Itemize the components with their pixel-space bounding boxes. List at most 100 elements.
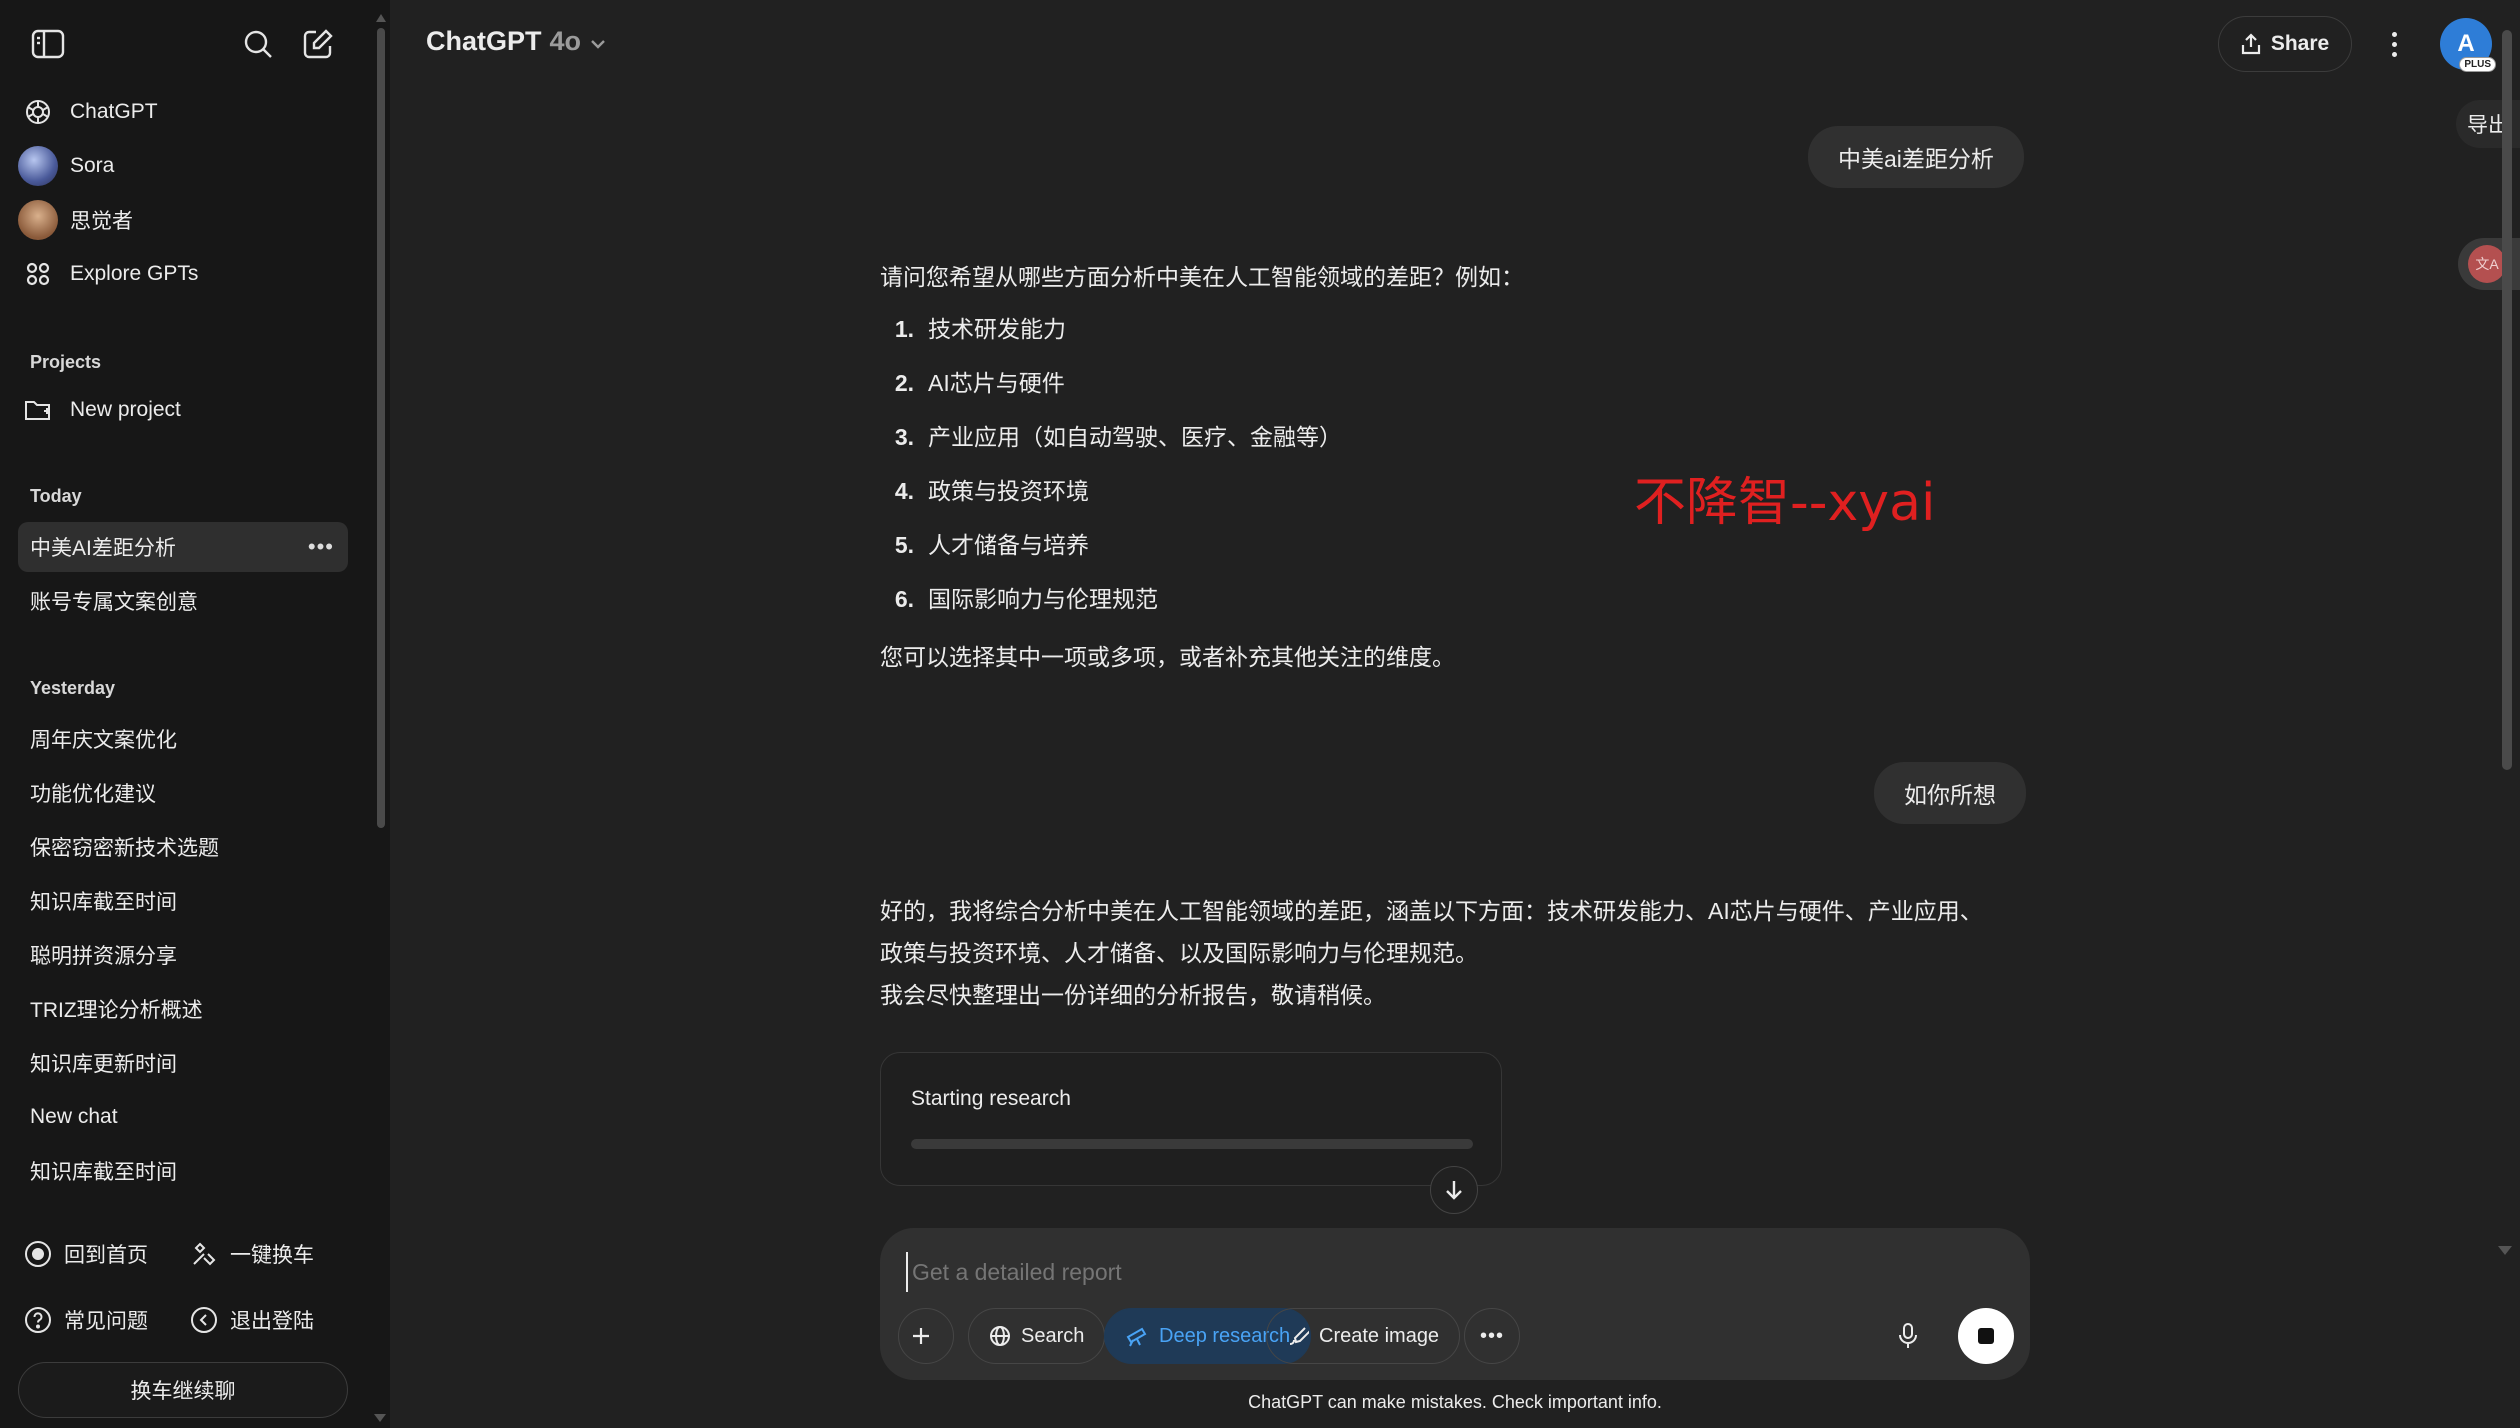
attach-button[interactable] xyxy=(898,1308,954,1364)
more-menu-icon[interactable] xyxy=(2374,22,2414,66)
nav-label: Sora xyxy=(70,154,115,177)
search-label: Search xyxy=(1021,1324,1085,1347)
telescope-icon xyxy=(1126,1327,1147,1347)
scrollbar-thumb[interactable] xyxy=(377,28,385,828)
disclaimer: ChatGPT can make mistakes. Check importa… xyxy=(1248,1392,1662,1412)
scroll-up-icon[interactable] xyxy=(376,14,386,22)
main-scrollbar-thumb[interactable] xyxy=(2502,30,2512,770)
chat-item[interactable]: 账号专属文案创意 xyxy=(18,576,348,626)
list-text: 产业应用（如自动驾驶、医疗、金融等） xyxy=(928,424,1342,450)
sidebar-scrollbar[interactable] xyxy=(374,14,388,834)
list-text: 技术研发能力 xyxy=(928,316,1066,342)
list-number: 6. xyxy=(894,586,914,612)
more-tools-button[interactable]: ••• xyxy=(1464,1308,1520,1364)
home-button[interactable]: 回到首页 xyxy=(22,1234,148,1274)
new-chat-icon[interactable] xyxy=(296,22,340,66)
assistant-line: 好的，我将综合分析中美在人工智能领域的差距，涵盖以下方面：技术研发能力、AI芯片… xyxy=(880,898,1983,924)
assistant-outro: 您可以选择其中一项或多项，或者补充其他关注的维度。 xyxy=(880,644,1455,670)
home-label: 回到首页 xyxy=(64,1244,148,1267)
chat-title: New chat xyxy=(30,1105,118,1128)
research-progress-card[interactable]: Starting research xyxy=(880,1052,1502,1186)
create-image-button[interactable]: Create image xyxy=(1266,1308,1461,1364)
new-project-label: New project xyxy=(70,398,181,421)
user-message: 中美ai差距分析 xyxy=(1808,126,2024,188)
list-text: 国际影响力与伦理规范 xyxy=(928,586,1158,612)
today-heading: Today xyxy=(30,486,82,506)
logout-button[interactable]: 退出登陆 xyxy=(188,1300,314,1340)
plus-icon xyxy=(913,1328,929,1344)
chat-item-active[interactable]: 中美AI差距分析 ••• xyxy=(18,522,348,572)
nav-gpt-sijuezhe[interactable]: 思觉者 xyxy=(18,196,348,244)
chat-item[interactable]: TRIZ理论分析概述 xyxy=(18,984,348,1034)
sora-avatar-icon xyxy=(18,146,58,186)
assistant-line: 我会尽快整理出一份详细的分析报告，敬请稍候。 xyxy=(880,982,1386,1008)
list-number: 2. xyxy=(894,370,914,396)
globe-icon xyxy=(990,1326,1010,1346)
nav-chatgpt[interactable]: ChatGPT xyxy=(18,88,348,136)
list-item: 2. AI芯片与硬件 xyxy=(880,356,2030,410)
list-item: 6. 国际影响力与伦理规范 xyxy=(880,572,2030,626)
nav-label: Explore GPTs xyxy=(70,262,199,285)
tools-icon xyxy=(188,1238,220,1270)
list-item: 3. 产业应用（如自动驾驶、医疗、金融等） xyxy=(880,410,2030,464)
chat-item[interactable]: 聪明拼资源分享 xyxy=(18,930,348,980)
nav-explore-gpts[interactable]: Explore GPTs xyxy=(18,250,348,298)
chat-title: 周年庆文案优化 xyxy=(30,729,177,752)
logout-label: 退出登陆 xyxy=(230,1310,314,1333)
main-scroll-down-arrow-icon[interactable] xyxy=(2498,1246,2512,1255)
new-project-button[interactable]: New project xyxy=(18,386,348,434)
switch-car-button[interactable]: 一键换车 xyxy=(188,1234,314,1274)
microphone-icon xyxy=(1899,1323,1917,1348)
chat-title: 保密窃密新技术选题 xyxy=(30,837,219,860)
chat-item[interactable]: New chat xyxy=(18,1092,348,1142)
share-icon xyxy=(2241,33,2260,55)
avatar[interactable]: A PLUS xyxy=(2440,18,2496,72)
user-message: 如你所想 xyxy=(1874,762,2026,824)
arrow-down-icon xyxy=(1446,1181,1462,1200)
scroll-to-bottom-button[interactable] xyxy=(1430,1166,1478,1214)
chat-item[interactable]: 保密窃密新技术选题 xyxy=(18,822,348,872)
faq-button[interactable]: 常见问题 xyxy=(22,1300,148,1340)
continue-chat-button[interactable]: 换车继续聊 xyxy=(18,1362,348,1418)
microphone-button[interactable] xyxy=(1880,1308,1936,1364)
question-icon xyxy=(22,1304,54,1336)
avatar-initial: A xyxy=(2457,30,2475,57)
chat-title: TRIZ理论分析概述 xyxy=(30,999,203,1022)
prompt-input[interactable] xyxy=(906,1252,1906,1292)
chat-title: 知识库更新时间 xyxy=(30,1053,177,1076)
chat-item[interactable]: 知识库截至时间 xyxy=(18,876,348,926)
nav-sora[interactable]: Sora xyxy=(18,142,348,190)
back-circle-icon xyxy=(188,1304,220,1336)
folder-plus-icon xyxy=(18,390,58,430)
stop-button[interactable] xyxy=(1958,1308,2014,1364)
assistant-line: 政策与投资环境、人才储备、以及国际影响力与伦理规范。 xyxy=(880,940,1478,966)
share-button[interactable]: Share xyxy=(2218,16,2352,72)
chat-item[interactable]: 知识库截至时间 xyxy=(18,1146,348,1196)
model-name: ChatGPT xyxy=(426,26,542,56)
model-selector[interactable]: ChatGPT 4o xyxy=(426,26,607,57)
chat-item[interactable]: 功能优化建议 xyxy=(18,768,348,818)
create-image-label: Create image xyxy=(1319,1324,1440,1347)
watermark: 不降智--xyai xyxy=(1634,473,1936,533)
nav-label: ChatGPT xyxy=(70,100,158,123)
toggle-sidebar-icon[interactable] xyxy=(26,22,70,66)
list-number: 5. xyxy=(894,532,914,558)
chevron-down-icon xyxy=(589,26,607,57)
list-text: AI芯片与硬件 xyxy=(928,370,1065,396)
assistant-intro: 请问您希望从哪些方面分析中美在人工智能领域的差距？例如： xyxy=(880,264,1524,290)
list-item: 1. 技术研发能力 xyxy=(880,302,2030,356)
scroll-down-arrow-icon[interactable] xyxy=(374,1414,386,1422)
assistant-message: 好的，我将综合分析中美在人工智能领域的差距，涵盖以下方面：技术研发能力、AI芯片… xyxy=(880,890,2030,1016)
chat-title: 知识库截至时间 xyxy=(30,1161,177,1184)
plan-badge: PLUS xyxy=(2459,57,2496,72)
composer: Search Deep research Create image ••• xyxy=(880,1228,2030,1380)
chat-item[interactable]: 知识库更新时间 xyxy=(18,1038,348,1088)
more-options-icon[interactable]: ••• xyxy=(308,534,334,560)
yesterday-heading: Yesterday xyxy=(30,678,116,698)
search-button[interactable]: Search xyxy=(968,1308,1106,1364)
sidebar: ChatGPT Sora 思觉者 Explore GPTs Projects N… xyxy=(0,0,390,1428)
search-icon[interactable] xyxy=(236,22,280,66)
chat-item[interactable]: 周年庆文案优化 xyxy=(18,714,348,764)
chat-title: 账号专属文案创意 xyxy=(30,591,198,614)
image-brush-icon xyxy=(1289,1327,1309,1345)
